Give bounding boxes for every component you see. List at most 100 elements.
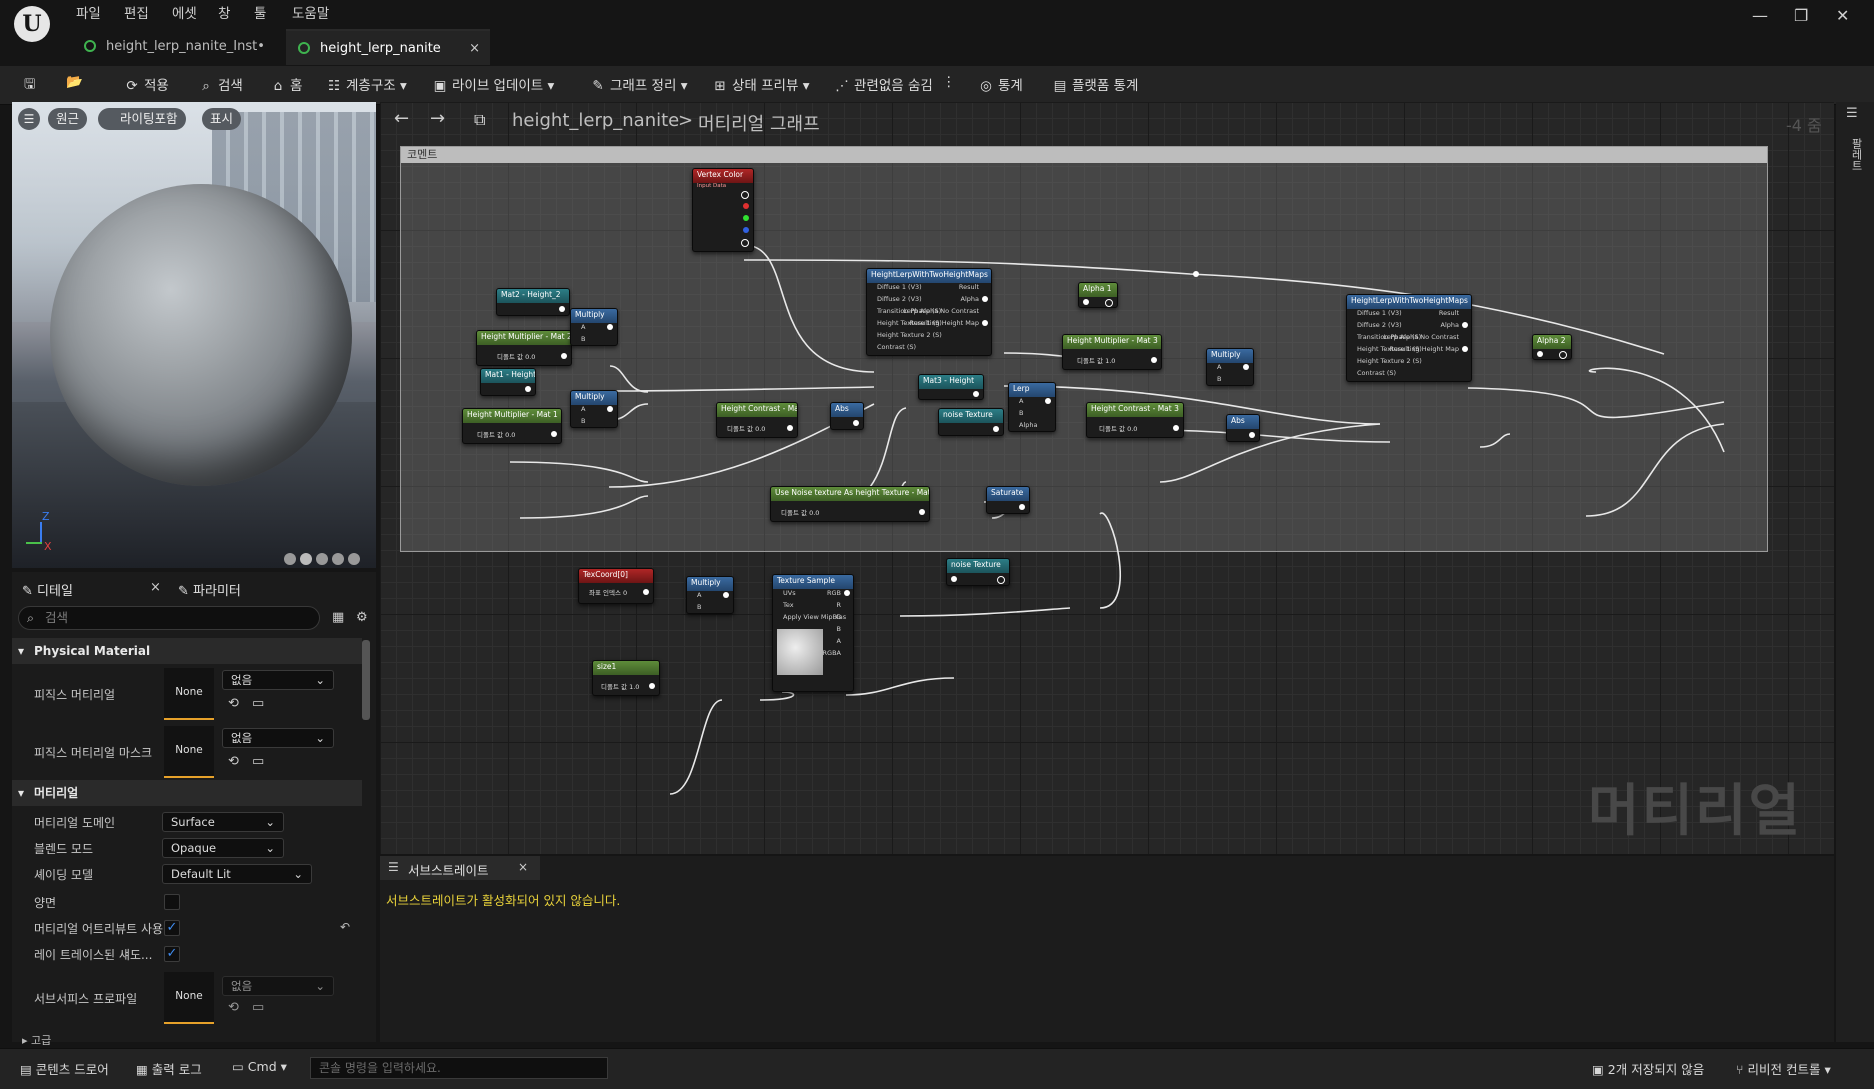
more-options-icon[interactable]: ⋮	[942, 74, 956, 90]
output-pin[interactable]	[1462, 322, 1468, 328]
output-pin[interactable]	[649, 683, 655, 689]
node-mat3-height[interactable]: Mat3 - Height	[918, 374, 984, 400]
input-pin[interactable]	[951, 576, 957, 582]
tab-close-icon[interactable]: ×	[469, 31, 480, 67]
node-noise-texture[interactable]: noise Texture	[938, 408, 1004, 436]
use-selected-icon[interactable]: ⟲	[228, 754, 239, 769]
tab-material-instance[interactable]: height_lerp_nanite_Inst•	[72, 29, 282, 65]
menu-tools[interactable]: 툴	[254, 2, 266, 22]
node-size1[interactable]: size1 디폴트 값 1.0	[592, 660, 660, 696]
menu-file[interactable]: 파일	[76, 2, 101, 22]
default-value[interactable]: 0.0	[809, 509, 819, 517]
shading-model-combo[interactable]: Default Lit ⌄	[162, 864, 312, 884]
output-pin[interactable]	[919, 509, 925, 515]
output-pin[interactable]	[561, 353, 567, 359]
node-alpha1[interactable]: Alpha 1	[1078, 282, 1118, 308]
output-pin[interactable]	[1243, 364, 1249, 370]
output-pin[interactable]	[973, 391, 979, 397]
section-physical-material[interactable]: ▾ Physical Material	[12, 638, 362, 664]
default-value[interactable]: 0.0	[1127, 425, 1137, 433]
node-height-lerp-1[interactable]: HeightLerpWithTwoHeightMaps Diffuse 1 (V…	[866, 268, 992, 356]
material-graph-canvas[interactable]: ← → ⧉ height_lerp_nanite > 머티리얼 그래프 -4 줌…	[380, 102, 1834, 854]
palette-menu-icon[interactable]: ☰	[1846, 106, 1858, 121]
output-pin[interactable]	[1019, 504, 1025, 510]
save-icon[interactable]: 🖫	[24, 74, 36, 97]
output-pin[interactable]	[1462, 346, 1468, 352]
output-pin[interactable]	[741, 191, 749, 199]
node-texcoord[interactable]: TexCoord[0] 좌표 인덱스 0	[578, 568, 654, 604]
node-abs[interactable]: Abs	[1226, 414, 1260, 442]
menu-asset[interactable]: 에셋	[172, 2, 197, 22]
node-height-contrast-mat2[interactable]: Height Contrast - Mat 2 디폴트 값 0.0	[716, 402, 798, 438]
node-height-lerp-2[interactable]: HeightLerpWithTwoHeightMaps Diffuse 1 (V…	[1346, 294, 1472, 382]
tab-parameters[interactable]: ✎ 파라미터	[178, 580, 241, 599]
substrate-close-icon[interactable]: ×	[518, 860, 528, 874]
teapot-icon[interactable]	[348, 553, 360, 565]
default-value[interactable]: 0.0	[525, 353, 535, 361]
output-pin[interactable]	[1249, 432, 1255, 438]
live-update-button[interactable]: ▣ 라이브 업데이트 ▾	[432, 74, 555, 94]
node-abs[interactable]: Abs	[830, 402, 864, 430]
perspective-pill[interactable]: 원근	[48, 108, 88, 130]
output-pin[interactable]	[1559, 351, 1567, 359]
menu-edit[interactable]: 편집	[124, 2, 149, 22]
output-pin[interactable]	[551, 431, 557, 437]
node-multiply[interactable]: Multiply A B	[686, 576, 734, 614]
minimize-icon[interactable]: —	[1752, 6, 1768, 25]
output-pin[interactable]	[607, 324, 613, 330]
revision-control-button[interactable]: ⑂ 리비전 컨트롤 ▾	[1736, 1059, 1831, 1078]
node-use-noise[interactable]: Use Noise texture As height Texture - Ma…	[770, 486, 930, 522]
search-button[interactable]: ⌕ 검색	[198, 74, 243, 94]
output-pin[interactable]	[997, 576, 1005, 584]
phys-mask-thumbnail[interactable]: None	[164, 726, 214, 778]
table-view-icon[interactable]: ▦	[332, 610, 344, 625]
output-pin-r[interactable]	[743, 203, 749, 209]
output-pin[interactable]	[1045, 398, 1051, 404]
raytraced-shadow-checkbox[interactable]: ✓	[164, 946, 180, 962]
material-domain-combo[interactable]: Surface ⌄	[162, 812, 284, 832]
subsurface-thumbnail[interactable]: None	[164, 972, 214, 1024]
output-pin[interactable]	[853, 420, 859, 426]
phys-mask-combo[interactable]: 없음 ⌄	[222, 728, 334, 748]
output-pin[interactable]	[982, 320, 988, 326]
lit-pill[interactable]: 라이팅포함	[98, 108, 186, 130]
default-value[interactable]: 1.0	[1105, 357, 1115, 365]
output-pin[interactable]	[787, 425, 793, 431]
hierarchy-button[interactable]: ☷ 계층구조 ▾	[326, 74, 407, 94]
restore-icon[interactable]: ❐	[1794, 6, 1808, 25]
close-window-icon[interactable]: ✕	[1836, 6, 1849, 25]
show-pill[interactable]: 표시	[202, 108, 242, 130]
preview-shape-buttons[interactable]	[284, 550, 372, 565]
advanced-section[interactable]: ▸ 고급	[22, 1032, 51, 1048]
node-alpha2[interactable]: Alpha 2	[1532, 334, 1572, 360]
output-pin-g[interactable]	[743, 215, 749, 221]
tab-details[interactable]: ✎ 디테일	[22, 580, 73, 599]
output-pin[interactable]	[982, 296, 988, 302]
phys-material-combo[interactable]: 없음 ⌄	[222, 670, 334, 690]
browse-icon[interactable]: 📂	[66, 74, 83, 90]
use-selected-icon[interactable]: ⟲	[228, 1000, 239, 1015]
tab-material[interactable]: height_lerp_nanite ×	[286, 29, 490, 65]
output-pin[interactable]	[525, 386, 531, 392]
input-pin[interactable]	[1083, 299, 1089, 305]
graph-tidy-button[interactable]: ✎ 그래프 정리 ▾	[590, 74, 687, 94]
console-input[interactable]: 콘솔 명령을 입력하세요.	[310, 1057, 608, 1079]
output-pin[interactable]	[1151, 357, 1157, 363]
output-pin[interactable]	[723, 592, 729, 598]
content-drawer-button[interactable]: ▤ 콘텐츠 드로어	[20, 1059, 109, 1078]
browse-asset-icon[interactable]: ▭	[252, 696, 264, 711]
output-pin[interactable]	[1105, 299, 1113, 307]
details-search-input[interactable]: ⌕ 검색	[18, 606, 320, 630]
apply-button[interactable]: ⟳ 적용	[124, 74, 169, 94]
node-height-multiplier-mat1[interactable]: Height Multiplier - Mat 1 디폴트 값 0.0	[462, 408, 562, 444]
default-value[interactable]: 0.0	[505, 431, 515, 439]
phys-material-thumbnail[interactable]: None	[164, 668, 214, 720]
details-scrollbar[interactable]	[362, 640, 370, 720]
default-value[interactable]: 1.0	[629, 683, 639, 691]
node-vertex-color[interactable]: Vertex Color Input Data	[692, 168, 754, 252]
node-lerp[interactable]: Lerp A B Alpha	[1008, 382, 1056, 432]
state-preview-button[interactable]: ⊞ 상태 프리뷰 ▾	[712, 74, 809, 94]
output-pin-a[interactable]	[741, 239, 749, 247]
node-noise-texture-out[interactable]: noise Texture	[946, 558, 1010, 586]
node-multiply[interactable]: Multiply A B	[570, 390, 618, 428]
